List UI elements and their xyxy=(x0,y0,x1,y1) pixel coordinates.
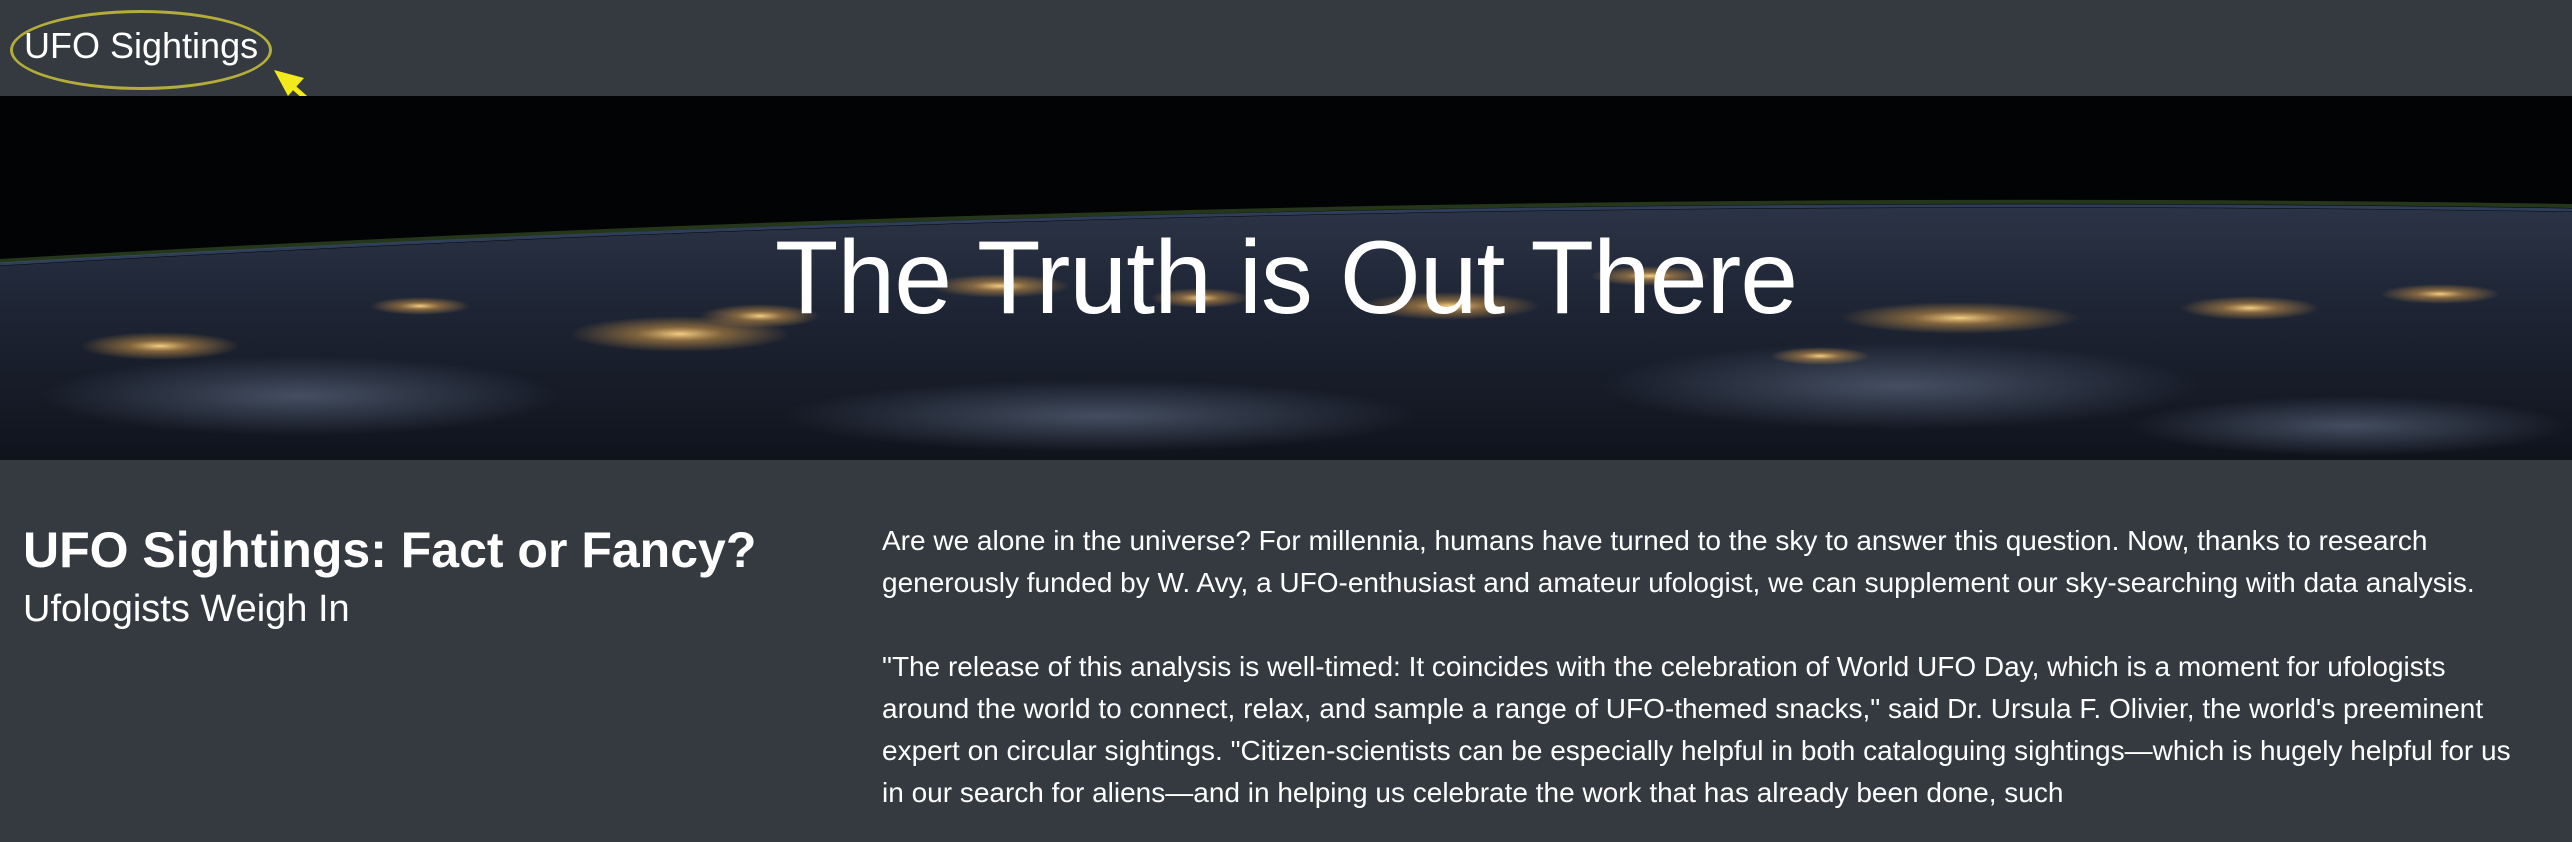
navbar: UFO Sightings xyxy=(0,0,2572,193)
article-paragraph: "The release of this analysis is well-ti… xyxy=(882,651,2511,808)
hero-banner: The Truth is Out There xyxy=(0,96,2572,460)
headline: UFO Sightings: Fact or Fancy? xyxy=(23,522,757,578)
article-paragraph: Are we alone in the universe? For millen… xyxy=(882,525,2475,598)
page: UFO Sightings The Truth is Out There UFO… xyxy=(0,0,2572,842)
subheadline: Ufologists Weigh In xyxy=(23,588,350,630)
article-body: Are we alone in the universe? For millen… xyxy=(882,520,2522,842)
hero-title: The Truth is Out There xyxy=(774,220,1798,336)
article-heading: UFO Sightings: Fact or Fancy? Ufologists… xyxy=(23,518,823,636)
